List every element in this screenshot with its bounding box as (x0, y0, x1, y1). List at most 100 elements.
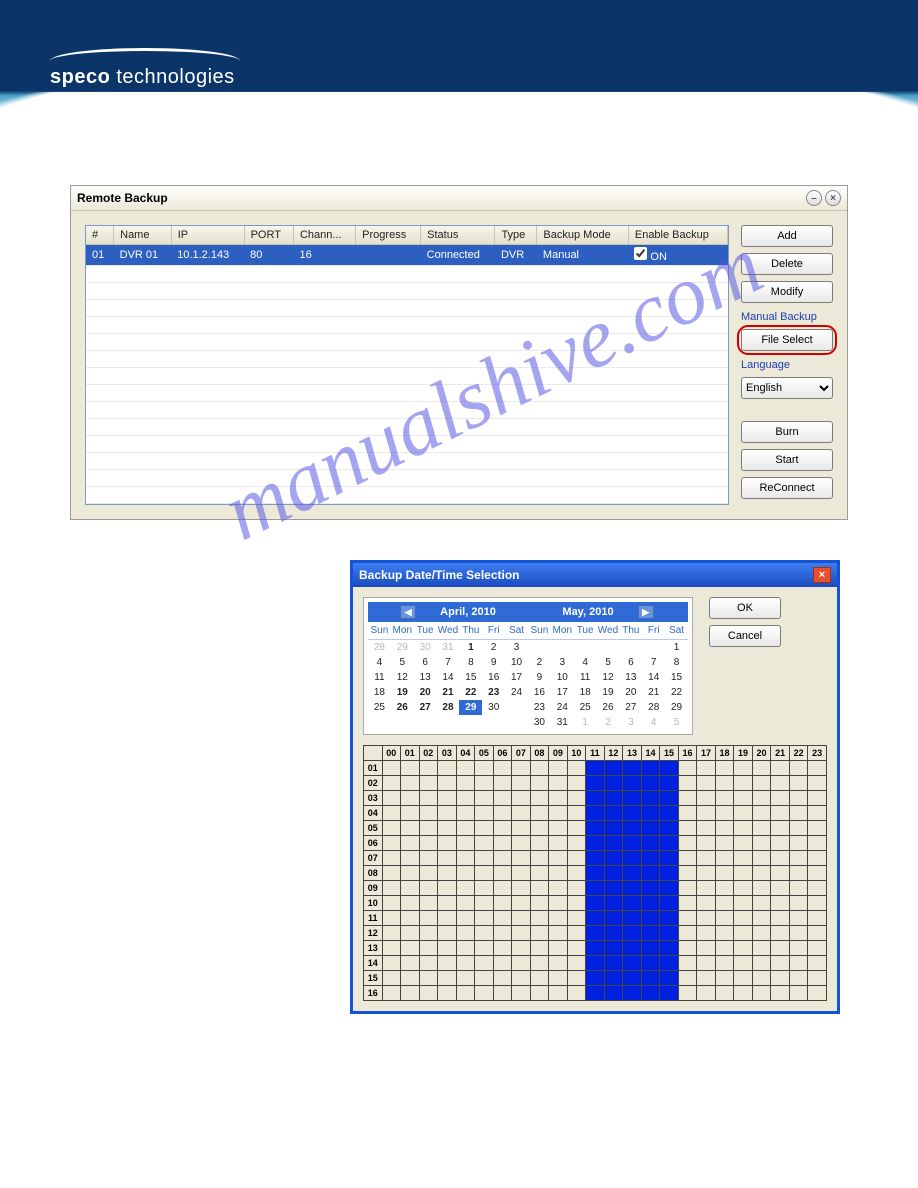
column-header[interactable]: # (86, 226, 114, 245)
hour-cell[interactable] (808, 911, 827, 926)
hour-cell[interactable] (530, 776, 549, 791)
hour-cell[interactable] (382, 836, 401, 851)
hour-cell[interactable] (604, 941, 623, 956)
hour-cell[interactable] (382, 971, 401, 986)
hour-cell[interactable] (660, 836, 679, 851)
hour-cell[interactable] (734, 881, 753, 896)
hour-cell[interactable] (493, 971, 512, 986)
hour-cell[interactable] (382, 821, 401, 836)
calendar-day[interactable]: 1 (574, 715, 597, 730)
hour-cell[interactable] (678, 911, 697, 926)
hour-cell[interactable] (789, 956, 808, 971)
table-row[interactable] (86, 351, 728, 368)
hour-cell[interactable] (641, 956, 660, 971)
hour-cell[interactable] (530, 911, 549, 926)
calendar-day[interactable]: 21 (437, 685, 460, 700)
hour-cell[interactable] (567, 926, 586, 941)
hour-cell[interactable] (530, 986, 549, 1001)
hour-cell[interactable] (641, 866, 660, 881)
hour-cell[interactable] (715, 761, 734, 776)
hour-cell[interactable] (475, 986, 494, 1001)
hour-cell[interactable] (678, 761, 697, 776)
hour-cell[interactable] (604, 956, 623, 971)
hour-cell[interactable] (530, 836, 549, 851)
hour-cell[interactable] (641, 896, 660, 911)
calendar-day[interactable]: 26 (597, 700, 620, 715)
hour-cell[interactable] (401, 956, 420, 971)
hour-cell[interactable] (549, 911, 568, 926)
modify-button[interactable]: Modify (741, 281, 833, 303)
table-row[interactable]: 01DVR 0110.1.2.1438016ConnectedDVRManual… (86, 245, 728, 266)
calendar-day[interactable]: 21 (642, 685, 665, 700)
hour-cell[interactable] (641, 821, 660, 836)
calendar-day[interactable]: 24 (551, 700, 574, 715)
close-icon[interactable]: × (813, 567, 831, 583)
calendar-day[interactable]: 31 (437, 640, 460, 655)
hour-cell[interactable] (660, 926, 679, 941)
hour-cell[interactable] (715, 836, 734, 851)
hour-cell[interactable] (567, 776, 586, 791)
hour-cell[interactable] (789, 776, 808, 791)
hour-cell[interactable] (678, 836, 697, 851)
hour-cell[interactable] (623, 941, 642, 956)
hour-cell[interactable] (771, 821, 790, 836)
column-header[interactable]: Status (421, 226, 495, 245)
hour-cell[interactable] (493, 881, 512, 896)
hour-cell[interactable] (549, 956, 568, 971)
hour-cell[interactable] (623, 806, 642, 821)
calendar-day[interactable]: 5 (391, 655, 414, 670)
hour-cell[interactable] (623, 986, 642, 1001)
hour-cell[interactable] (771, 926, 790, 941)
calendar-day[interactable]: 18 (368, 685, 391, 700)
minimize-icon[interactable]: – (806, 190, 822, 206)
hour-cell[interactable] (604, 836, 623, 851)
calendar-day[interactable]: 23 (528, 700, 551, 715)
hour-cell[interactable] (567, 866, 586, 881)
hour-cell[interactable] (530, 896, 549, 911)
hour-cell[interactable] (697, 776, 716, 791)
calendar-day[interactable]: 14 (437, 670, 460, 685)
calendar-day[interactable]: 29 (665, 700, 688, 715)
hour-cell[interactable] (419, 851, 438, 866)
hour-cell[interactable] (567, 956, 586, 971)
hour-cell[interactable] (512, 836, 531, 851)
calendar-day[interactable]: 1 (665, 640, 688, 655)
hour-cell[interactable] (530, 956, 549, 971)
hour-cell[interactable] (697, 896, 716, 911)
calendar-day[interactable]: 27 (414, 700, 437, 715)
hour-cell[interactable] (419, 836, 438, 851)
hour-cell[interactable] (401, 881, 420, 896)
hour-cell[interactable] (697, 791, 716, 806)
calendar-day[interactable]: 15 (665, 670, 688, 685)
hour-cell[interactable] (438, 986, 457, 1001)
hour-cell[interactable] (715, 791, 734, 806)
hour-cell[interactable] (419, 761, 438, 776)
hour-cell[interactable] (752, 881, 771, 896)
hour-cell[interactable] (623, 791, 642, 806)
hour-cell[interactable] (475, 791, 494, 806)
hour-cell[interactable] (660, 866, 679, 881)
hour-cell[interactable] (567, 896, 586, 911)
hour-cell[interactable] (678, 926, 697, 941)
hour-cell[interactable] (697, 836, 716, 851)
hour-cell[interactable] (641, 881, 660, 896)
hour-cell[interactable] (530, 821, 549, 836)
hour-cell[interactable] (549, 821, 568, 836)
hour-cell[interactable] (641, 776, 660, 791)
hour-cell[interactable] (697, 986, 716, 1001)
hour-cell[interactable] (493, 986, 512, 1001)
hour-cell[interactable] (512, 806, 531, 821)
calendar-day[interactable]: 13 (414, 670, 437, 685)
hour-cell[interactable] (475, 851, 494, 866)
hour-cell[interactable] (715, 941, 734, 956)
column-header[interactable]: Enable Backup (628, 226, 727, 245)
hour-cell[interactable] (549, 926, 568, 941)
hour-cell[interactable] (586, 986, 604, 1001)
hour-cell[interactable] (438, 911, 457, 926)
hour-cell[interactable] (567, 941, 586, 956)
hour-cell[interactable] (586, 956, 604, 971)
hour-cell[interactable] (678, 866, 697, 881)
table-row[interactable] (86, 470, 728, 487)
hour-cell[interactable] (512, 971, 531, 986)
calendar-day[interactable]: 25 (368, 700, 391, 715)
